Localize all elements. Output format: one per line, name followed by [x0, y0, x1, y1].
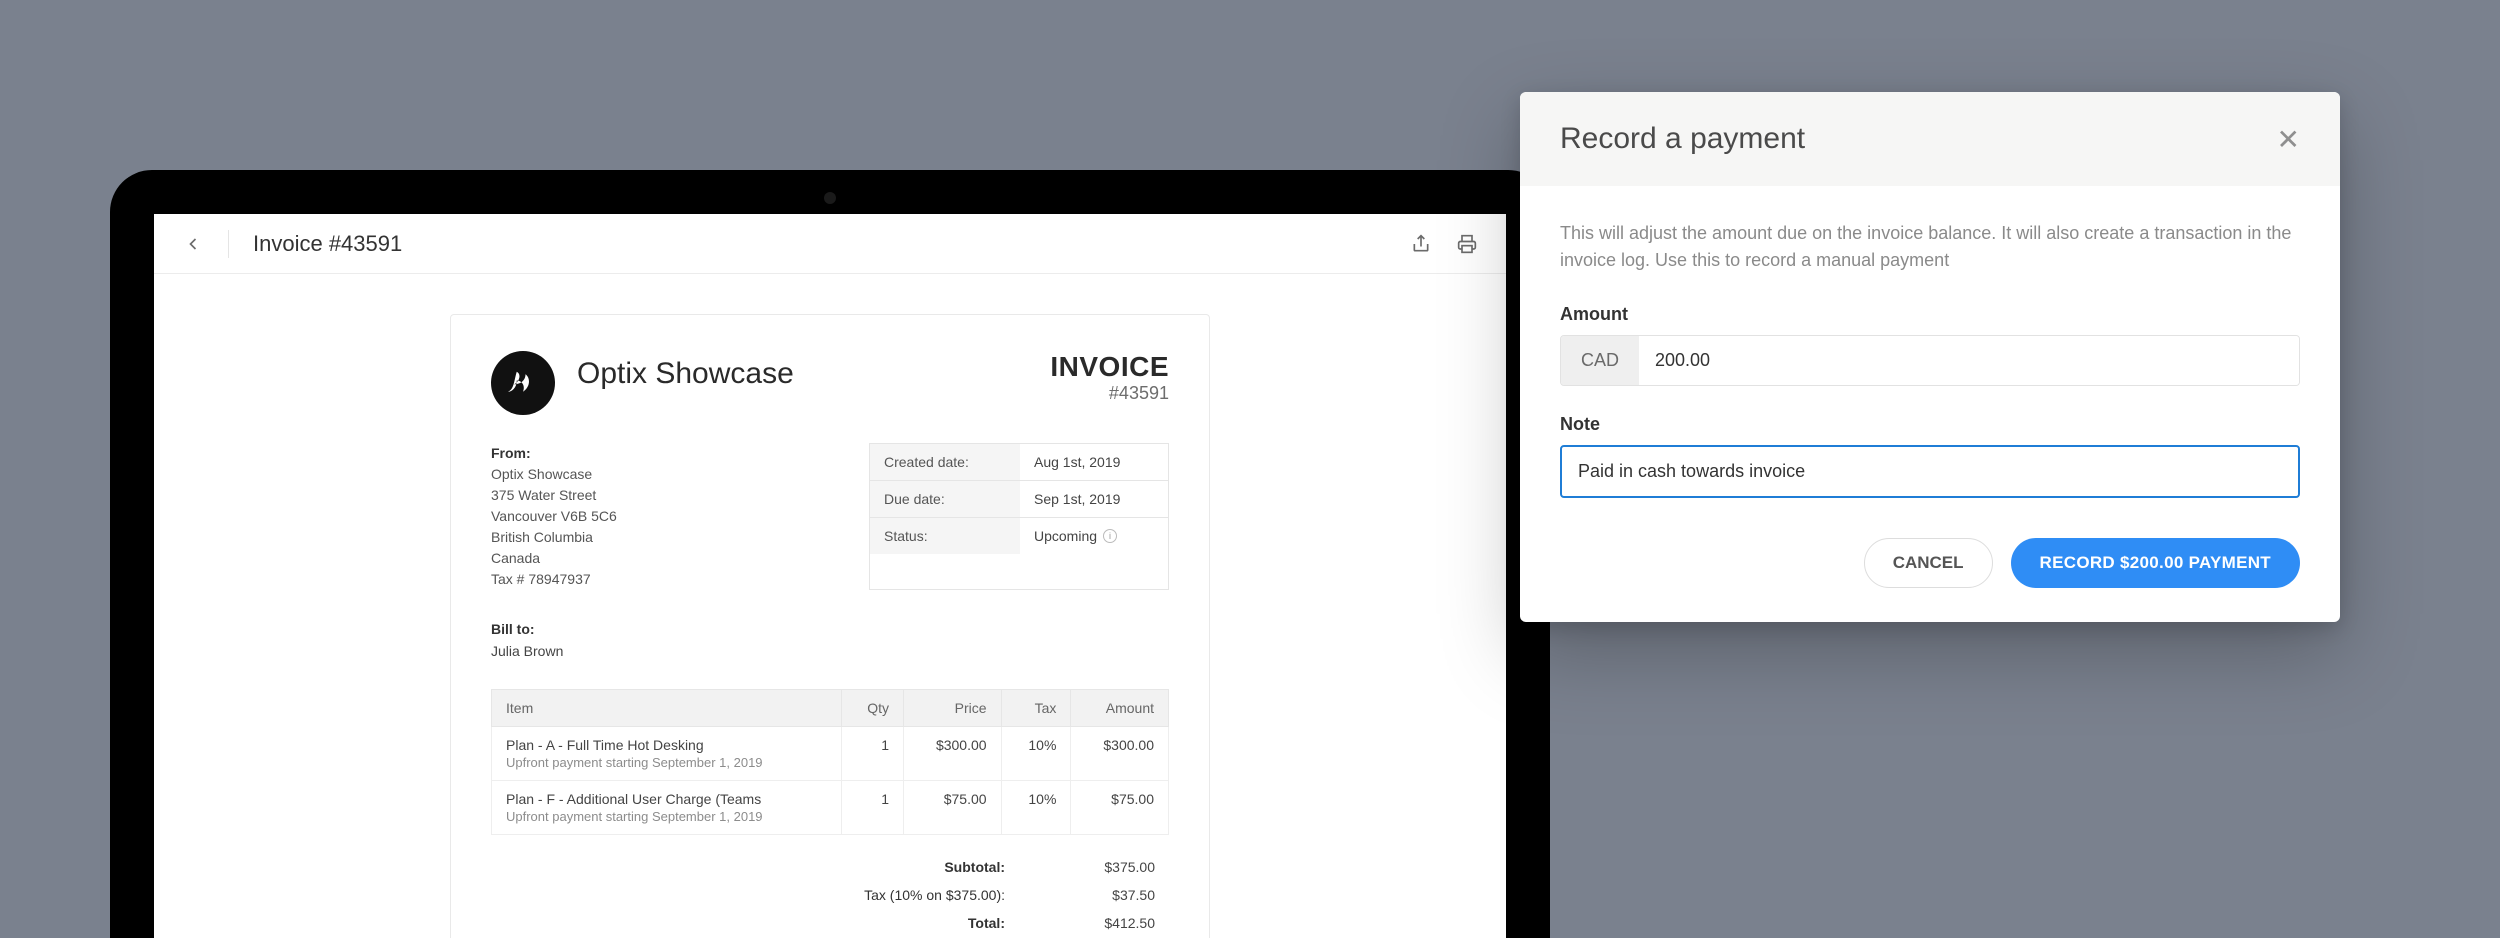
from-line: British Columbia	[491, 527, 617, 548]
col-amount: Amount	[1071, 689, 1169, 726]
from-line: Optix Showcase	[491, 464, 617, 485]
col-item: Item	[492, 689, 842, 726]
from-line: Canada	[491, 548, 617, 569]
item-amount: $75.00	[1071, 780, 1169, 834]
date-label: Status:	[870, 518, 1020, 554]
item-qty: 1	[841, 726, 903, 780]
col-price: Price	[904, 689, 1002, 726]
invoice-meta-row: From: Optix Showcase 375 Water Street Va…	[491, 443, 1169, 590]
item-name: Plan - F - Additional User Charge (Teams	[506, 791, 827, 807]
topbar: Invoice #43591	[154, 214, 1506, 274]
date-row-status: Status: Upcoming i	[870, 517, 1168, 554]
date-value: Aug 1st, 2019	[1020, 444, 1168, 480]
tax-label: Tax (10% on $375.00):	[825, 887, 1005, 903]
dates-table: Created date: Aug 1st, 2019 Due date: Se…	[869, 443, 1169, 590]
table-row: Plan - F - Additional User Charge (Teams…	[492, 780, 1169, 834]
share-icon[interactable]	[1410, 233, 1432, 255]
total-value: $412.50	[1065, 915, 1155, 931]
close-icon[interactable]: ✕	[2277, 123, 2300, 156]
item-name: Plan - A - Full Time Hot Desking	[506, 737, 827, 753]
tax-row: Tax (10% on $375.00): $37.50	[491, 881, 1169, 909]
item-price: $300.00	[904, 726, 1002, 780]
invoice-header: Optix Showcase INVOICE #43591	[491, 351, 1169, 415]
device-frame: Invoice #43591 Optix Showcase INVOICE #4…	[110, 170, 1550, 938]
col-tax: Tax	[1001, 689, 1071, 726]
date-label: Created date:	[870, 444, 1020, 480]
from-line: 375 Water Street	[491, 485, 617, 506]
record-payment-modal: Record a payment ✕ This will adjust the …	[1520, 92, 2340, 622]
item-amount: $300.00	[1071, 726, 1169, 780]
topbar-actions	[1410, 233, 1478, 255]
date-row-due: Due date: Sep 1st, 2019	[870, 480, 1168, 517]
invoice-number: #43591	[1050, 383, 1169, 404]
info-icon[interactable]: i	[1103, 529, 1117, 543]
print-icon[interactable]	[1456, 233, 1478, 255]
item-tax: 10%	[1001, 780, 1071, 834]
record-payment-button[interactable]: RECORD $200.00 PAYMENT	[2011, 538, 2300, 588]
total-label: Total:	[825, 915, 1005, 931]
from-line: Tax # 78947937	[491, 569, 617, 590]
org-name: Optix Showcase	[577, 357, 794, 391]
totals-block: Subtotal: $375.00 Tax (10% on $375.00): …	[491, 853, 1169, 937]
subtotal-value: $375.00	[1065, 859, 1155, 875]
note-label: Note	[1560, 414, 2300, 435]
tax-value: $37.50	[1065, 887, 1155, 903]
table-row: Plan - A - Full Time Hot Desking Upfront…	[492, 726, 1169, 780]
currency-prefix: CAD	[1561, 336, 1639, 385]
camera-notch	[824, 192, 836, 204]
col-qty: Qty	[841, 689, 903, 726]
date-label: Due date:	[870, 481, 1020, 517]
app-screen: Invoice #43591 Optix Showcase INVOICE #4…	[154, 214, 1506, 938]
back-arrow-icon[interactable]	[182, 233, 204, 255]
invoice-title: INVOICE	[1050, 351, 1169, 383]
amount-input-group: CAD	[1560, 335, 2300, 386]
amount-input[interactable]	[1639, 336, 2299, 385]
org-logo	[491, 351, 555, 415]
topbar-divider	[228, 230, 229, 258]
billto-block: Bill to: Julia Brown	[491, 618, 1169, 663]
status-text: Upcoming	[1034, 528, 1097, 544]
status-value: Upcoming i	[1020, 518, 1168, 554]
from-line: Vancouver V6B 5C6	[491, 506, 617, 527]
total-row: Total: $412.50	[491, 909, 1169, 937]
invoice-card: Optix Showcase INVOICE #43591 From: Opti…	[450, 314, 1210, 938]
from-block: From: Optix Showcase 375 Water Street Va…	[491, 443, 617, 590]
modal-body: This will adjust the amount due on the i…	[1520, 186, 2340, 508]
cancel-button[interactable]: CANCEL	[1864, 538, 1993, 588]
item-qty: 1	[841, 780, 903, 834]
modal-actions: CANCEL RECORD $200.00 PAYMENT	[1520, 508, 2340, 622]
subtotal-label: Subtotal:	[825, 859, 1005, 875]
modal-description: This will adjust the amount due on the i…	[1560, 220, 2300, 274]
invoice-meta-right: INVOICE #43591	[1050, 351, 1169, 404]
item-sub: Upfront payment starting September 1, 20…	[506, 809, 827, 824]
page-title: Invoice #43591	[253, 231, 402, 257]
item-tax: 10%	[1001, 726, 1071, 780]
date-value: Sep 1st, 2019	[1020, 481, 1168, 517]
item-price: $75.00	[904, 780, 1002, 834]
amount-label: Amount	[1560, 304, 2300, 325]
items-table: Item Qty Price Tax Amount Plan - A - Ful…	[491, 689, 1169, 835]
from-label: From:	[491, 443, 617, 464]
modal-title: Record a payment	[1560, 122, 1805, 156]
note-input[interactable]	[1560, 445, 2300, 498]
billto-label: Bill to:	[491, 618, 1169, 640]
subtotal-row: Subtotal: $375.00	[491, 853, 1169, 881]
modal-header: Record a payment ✕	[1520, 92, 2340, 186]
item-sub: Upfront payment starting September 1, 20…	[506, 755, 827, 770]
date-row-created: Created date: Aug 1st, 2019	[870, 444, 1168, 480]
billto-name: Julia Brown	[491, 640, 1169, 662]
